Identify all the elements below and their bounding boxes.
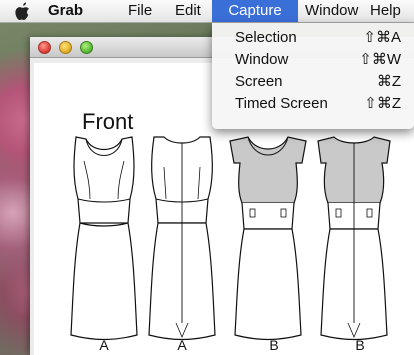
menu-item-timed-screen[interactable]: Timed Screen ⇧⌘Z	[212, 93, 414, 115]
capture-menu-dropdown: Selection ⇧⌘A Window ⇧⌘W Screen ⌘Z Timed…	[212, 23, 414, 129]
menu-item-label: Selection	[235, 29, 297, 46]
menu-help[interactable]: Help	[366, 0, 405, 22]
apple-menu-icon[interactable]	[15, 1, 31, 20]
figure-label-a-back: A	[177, 337, 187, 353]
figure-label-b-front: B	[269, 337, 278, 353]
menu-item-shortcut: ⇧⌘W	[359, 51, 401, 68]
menu-app-name[interactable]: Grab	[44, 0, 87, 22]
menu-item-screen[interactable]: Screen ⌘Z	[212, 71, 414, 93]
menu-item-window[interactable]: Window ⇧⌘W	[212, 49, 414, 71]
menu-item-label: Timed Screen	[235, 95, 328, 112]
figure-label-b-back: B	[355, 337, 364, 353]
menu-edit[interactable]: Edit	[171, 0, 205, 22]
dress-back-b	[317, 136, 391, 341]
menu-window[interactable]: Window	[301, 0, 362, 22]
zoom-window-button[interactable]	[80, 41, 93, 54]
menu-bar: Grab File Edit Capture Window Help	[0, 0, 414, 23]
menu-item-label: Screen	[235, 73, 283, 90]
menu-item-shortcut: ⇧⌘Z	[364, 95, 401, 112]
menu-item-selection[interactable]: Selection ⇧⌘A	[212, 27, 414, 49]
minimize-window-button[interactable]	[59, 41, 72, 54]
close-window-button[interactable]	[38, 41, 51, 54]
menu-item-shortcut: ⇧⌘A	[363, 29, 401, 46]
dress-back-a	[148, 136, 216, 341]
menu-capture[interactable]: Capture	[212, 0, 298, 22]
menu-item-shortcut: ⌘Z	[376, 73, 401, 90]
menu-item-label: Window	[235, 51, 289, 68]
dress-front-b	[229, 136, 307, 341]
dress-front-a	[70, 136, 138, 341]
figure-label-a-front: A	[99, 337, 109, 353]
menu-file[interactable]: File	[124, 0, 156, 22]
